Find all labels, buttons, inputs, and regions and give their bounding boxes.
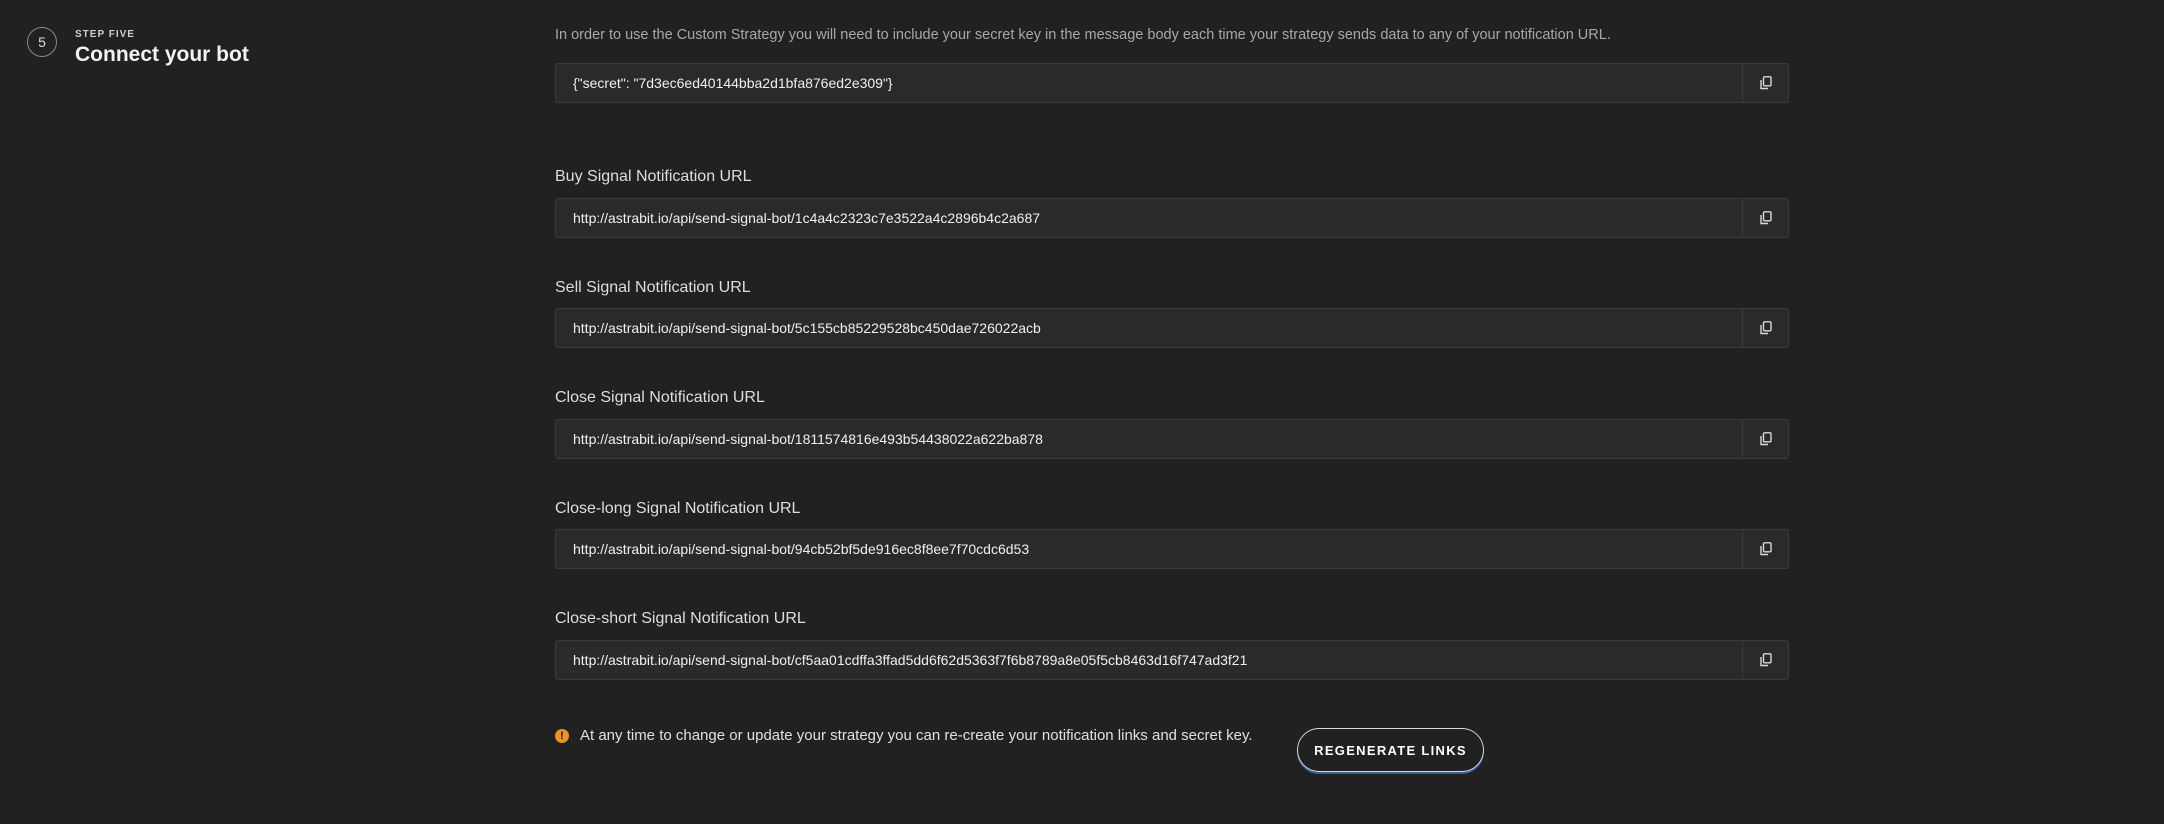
close-long-url-value[interactable]: http://astrabit.io/api/send-signal-bot/9… bbox=[556, 530, 1742, 568]
copy-buy-url-button[interactable] bbox=[1742, 199, 1788, 237]
connect-bot-page: 5 STEP FIVE Connect your bot In order to… bbox=[0, 0, 2164, 824]
close-short-url-field: http://astrabit.io/api/send-signal-bot/c… bbox=[555, 640, 1789, 680]
buy-url-value[interactable]: http://astrabit.io/api/send-signal-bot/1… bbox=[556, 199, 1742, 237]
copy-icon bbox=[1759, 432, 1772, 446]
copy-icon bbox=[1759, 76, 1772, 90]
close-short-url-value[interactable]: http://astrabit.io/api/send-signal-bot/c… bbox=[556, 641, 1742, 679]
close-short-url-label: Close-short Signal Notification URL bbox=[555, 610, 806, 627]
close-url-value[interactable]: http://astrabit.io/api/send-signal-bot/1… bbox=[556, 420, 1742, 458]
copy-icon bbox=[1759, 321, 1772, 335]
intro-text: In order to use the Custom Strategy you … bbox=[555, 27, 1611, 43]
close-long-url-field: http://astrabit.io/api/send-signal-bot/9… bbox=[555, 529, 1789, 569]
copy-sell-url-button[interactable] bbox=[1742, 309, 1788, 347]
sell-url-label: Sell Signal Notification URL bbox=[555, 279, 751, 296]
copy-close-short-url-button[interactable] bbox=[1742, 641, 1788, 679]
sell-url-value[interactable]: http://astrabit.io/api/send-signal-bot/5… bbox=[556, 309, 1742, 347]
step-title: Connect your bot bbox=[75, 43, 249, 66]
notice-text: At any time to change or update your str… bbox=[580, 727, 1253, 744]
buy-url-label: Buy Signal Notification URL bbox=[555, 168, 752, 185]
close-url-field: http://astrabit.io/api/send-signal-bot/1… bbox=[555, 419, 1789, 459]
copy-secret-button[interactable] bbox=[1742, 64, 1788, 102]
buy-url-field: http://astrabit.io/api/send-signal-bot/1… bbox=[555, 198, 1789, 238]
copy-close-long-url-button[interactable] bbox=[1742, 530, 1788, 568]
close-url-label: Close Signal Notification URL bbox=[555, 389, 765, 406]
close-long-url-label: Close-long Signal Notification URL bbox=[555, 500, 801, 517]
step-number-badge: 5 bbox=[27, 27, 57, 57]
secret-field: {"secret": "7d3ec6ed40144bba2d1bfa876ed2… bbox=[555, 63, 1789, 103]
copy-icon bbox=[1759, 653, 1772, 667]
secret-value[interactable]: {"secret": "7d3ec6ed40144bba2d1bfa876ed2… bbox=[556, 64, 1742, 102]
copy-close-url-button[interactable] bbox=[1742, 420, 1788, 458]
sell-url-field: http://astrabit.io/api/send-signal-bot/5… bbox=[555, 308, 1789, 348]
step-label: STEP FIVE bbox=[75, 29, 135, 40]
copy-icon bbox=[1759, 542, 1772, 556]
step-number: 5 bbox=[38, 34, 46, 50]
warning-icon: ! bbox=[555, 728, 569, 743]
regenerate-links-button[interactable]: REGENERATE LINKS bbox=[1297, 728, 1484, 772]
copy-icon bbox=[1759, 211, 1772, 225]
regenerate-notice: ! At any time to change or update your s… bbox=[555, 727, 1253, 744]
